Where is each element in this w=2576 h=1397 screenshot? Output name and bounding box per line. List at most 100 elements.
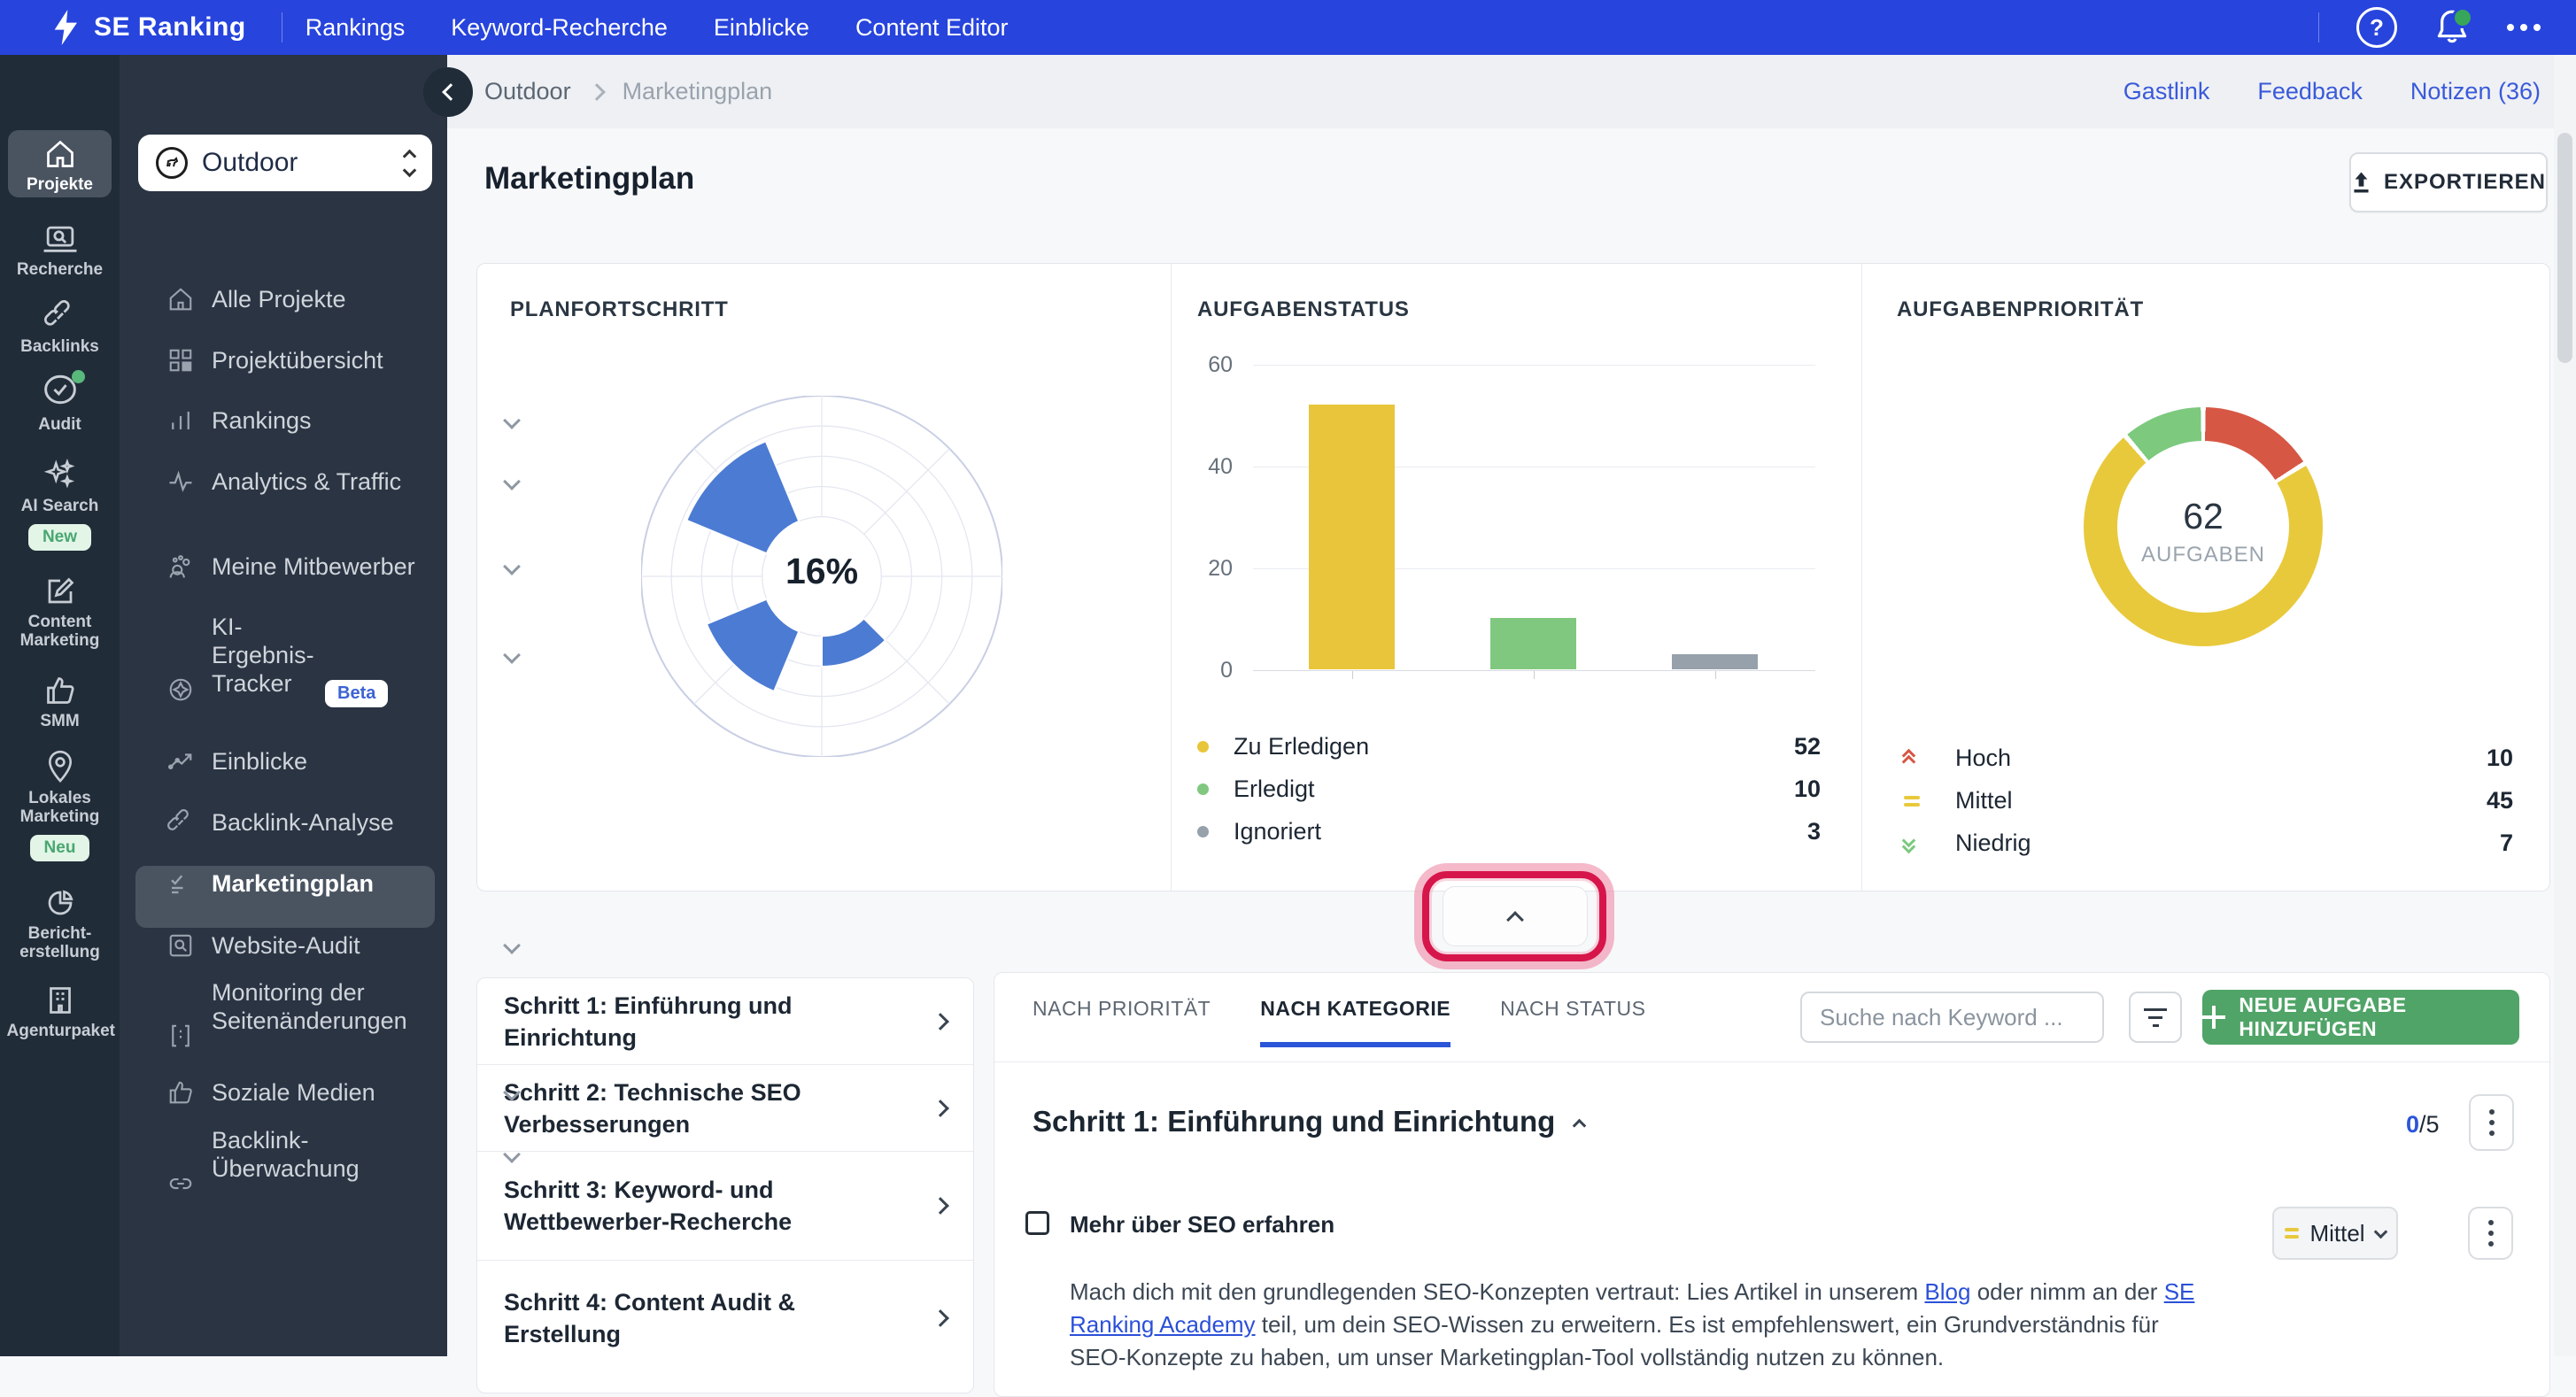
panel-collapse-button[interactable] xyxy=(1443,886,1588,946)
trend-icon xyxy=(168,753,192,769)
notification-dot xyxy=(2452,7,2473,28)
task-menu-button[interactable] xyxy=(2468,1207,2513,1260)
section-title: Schritt 1: Einführung und Einrichtung xyxy=(1033,1105,1556,1138)
page-changes-icon xyxy=(172,1024,190,1047)
task-status-bar-chart xyxy=(1253,365,1815,679)
rail-item-projekte[interactable]: Projekte xyxy=(0,138,120,194)
bolt-icon xyxy=(54,10,77,45)
add-task-button[interactable]: NEUE AUFGABE HINZUFÜGEN xyxy=(2202,990,2519,1045)
donut-center-label: 62 AUFGABEN xyxy=(2140,496,2266,567)
status-card-title: AUFGABENSTATUS xyxy=(1197,297,1410,321)
legend-mittel: Mittel 45 xyxy=(1904,787,2513,814)
project-selector[interactable]: Outdoor xyxy=(138,135,432,191)
building-icon xyxy=(49,987,71,1014)
priority-medium-icon xyxy=(2285,1228,2300,1239)
task-checkbox[interactable] xyxy=(1025,1211,1049,1235)
nav-rankings[interactable]: Rankings xyxy=(306,14,406,42)
panel-divider xyxy=(1861,263,1862,891)
collapse-section-icon xyxy=(1573,1118,1587,1132)
bar-chart-icon xyxy=(172,412,190,429)
blog-link[interactable]: Blog xyxy=(1924,1278,1970,1305)
rail-item-agenturpaket[interactable]: Agenturpaket xyxy=(0,984,120,1040)
chevron-right-icon xyxy=(932,1099,949,1117)
feedback-link[interactable]: Feedback xyxy=(2257,78,2363,105)
step-row-1[interactable]: Schritt 1: Einführung und Einrichtung xyxy=(477,978,973,1065)
help-icon[interactable]: ? xyxy=(2356,7,2397,48)
priority-low-icon xyxy=(1901,833,1936,853)
progress-center-label: 16% xyxy=(785,551,859,591)
chevron-down-icon xyxy=(503,937,521,954)
scrollbar-thumb[interactable] xyxy=(2557,133,2572,363)
home-icon xyxy=(46,140,73,167)
section-menu-button[interactable] xyxy=(2469,1094,2514,1151)
rail-item-smm[interactable]: SMM xyxy=(0,675,120,730)
ai-tracker-icon xyxy=(169,678,192,701)
legend-ignoriert: Ignoriert 3 xyxy=(1197,818,1821,845)
status-dot-icon xyxy=(1197,783,1209,795)
step-row-4[interactable]: Schritt 4: Content Audit & Erstellung xyxy=(477,1261,973,1376)
neu-badge: Neu xyxy=(29,835,90,861)
rail-item-content-marketing[interactable]: Content Marketing xyxy=(0,575,120,650)
priority-medium-icon xyxy=(1904,795,1936,807)
pulse-icon xyxy=(169,470,192,492)
rail-item-backlinks[interactable]: Backlinks xyxy=(0,300,120,356)
notizen-link[interactable]: Notizen (36) xyxy=(2410,78,2541,105)
icon-rail: Projekte Recherche Backlinks Audit AI Se… xyxy=(0,55,120,1356)
priority-card-title: AUFGABENPRIORITÄT xyxy=(1897,297,2144,321)
step-row-2[interactable]: Schritt 2: Technische SEO Verbesserungen xyxy=(477,1065,973,1152)
priority-dropdown[interactable]: Mittel xyxy=(2272,1207,2398,1260)
project-switcher-icon xyxy=(402,149,417,177)
y-tick-20: 20 xyxy=(1208,556,1233,581)
audit-icon-wrap xyxy=(43,370,85,410)
rail-item-recherche[interactable]: Recherche xyxy=(0,225,120,279)
tab-nach-kategorie[interactable]: NACH KATEGORIE xyxy=(1260,997,1451,1047)
link-icon xyxy=(167,809,189,830)
project-name: Outdoor xyxy=(202,148,298,177)
breadcrumb-bar: Outdoor Marketingplan Gastlink Feedback … xyxy=(447,55,2576,128)
brand[interactable]: SE Ranking xyxy=(51,10,246,45)
notifications-bell[interactable] xyxy=(2434,7,2473,46)
steps-list: Schritt 1: Einführung und Einrichtung Sc… xyxy=(476,977,974,1393)
legend-niedrig: Niedrig 7 xyxy=(1901,830,2513,857)
nav-keyword-recherche[interactable]: Keyword-Recherche xyxy=(451,14,668,42)
sidebar-collapse-button[interactable] xyxy=(423,67,473,117)
section-header[interactable]: Schritt 1: Einführung und Einrichtung xyxy=(1033,1105,1587,1138)
new-badge: New xyxy=(27,524,92,551)
progress-card-title: PLANFORTSCHRITT xyxy=(510,297,729,321)
project-sidebar: Projekte Outdoor Alle Projekte Projektüb… xyxy=(120,55,521,1356)
rail-item-ai-search[interactable]: AI Search New xyxy=(0,458,120,551)
breadcrumb-project[interactable]: Outdoor xyxy=(484,78,571,105)
task-description: Mach dich mit den grundlegenden SEO-Konz… xyxy=(1070,1278,2195,1370)
legend-zu-erledigen: Zu Erledigen 52 xyxy=(1197,733,1821,760)
brand-name: SE Ranking xyxy=(94,12,246,42)
beta-badge: Beta xyxy=(325,680,389,707)
task-title: Mehr über SEO erfahren xyxy=(1070,1211,1335,1238)
filter-button[interactable] xyxy=(2129,992,2182,1043)
top-navigation: Rankings Keyword-Recherche Einblicke Con… xyxy=(306,14,1009,42)
status-dot-icon xyxy=(1197,741,1209,753)
sparkles-icon xyxy=(43,459,74,489)
export-button[interactable]: EXPORTIEREN xyxy=(2349,152,2548,212)
navbar-divider-right xyxy=(2318,12,2319,42)
rail-item-berichterstellung[interactable]: Bericht-erstellung xyxy=(0,887,120,961)
keyword-search xyxy=(1800,992,2104,1043)
top-navbar: SE Ranking Rankings Keyword-Recherche Ei… xyxy=(0,0,2576,55)
nav-content-editor[interactable]: Content Editor xyxy=(855,14,1009,42)
tabs-divider xyxy=(994,1061,2549,1062)
rail-item-audit[interactable]: Audit xyxy=(0,370,120,434)
link-icon xyxy=(43,300,70,326)
search-input[interactable] xyxy=(1802,1003,2102,1031)
nav-einblicke[interactable]: Einblicke xyxy=(714,14,809,42)
plus-icon xyxy=(2202,1006,2226,1029)
breadcrumb-separator-icon xyxy=(587,82,606,101)
tab-nach-status[interactable]: NACH STATUS xyxy=(1500,997,1645,1047)
step-row-3[interactable]: Schritt 3: Keyword- und Wettbewerber-Rec… xyxy=(477,1152,973,1261)
more-menu-icon[interactable] xyxy=(2507,24,2541,31)
y-tick-0: 0 xyxy=(1220,658,1233,683)
y-tick-40: 40 xyxy=(1208,454,1233,479)
rail-item-lokales-marketing[interactable]: Lokales Marketing Neu xyxy=(0,750,120,861)
thumbs-up-icon xyxy=(169,1081,192,1104)
tab-nach-prioritaet[interactable]: NACH PRIORITÄT xyxy=(1033,997,1211,1047)
gastlink-link[interactable]: Gastlink xyxy=(2123,78,2210,105)
bar-ignoriert xyxy=(1672,654,1758,669)
